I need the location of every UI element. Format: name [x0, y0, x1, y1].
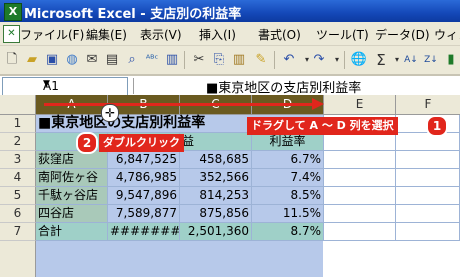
row-header-6[interactable]: 6	[0, 205, 36, 223]
spelling-icon[interactable]: ᴬᴮᶜ	[143, 51, 161, 69]
row-header-5[interactable]: 5	[0, 187, 36, 205]
excel-app-icon[interactable]: X	[4, 3, 22, 21]
toolbar-separator	[344, 51, 345, 69]
step1-badge: 1	[426, 115, 448, 137]
menu-insert[interactable]: 挿入(I)	[199, 26, 236, 43]
cell-c3[interactable]: 458,685	[180, 151, 252, 169]
standard-toolbar: 🗋 ▰ ▣ ◍ ✉ ▤ ⌕ ᴬᴮᶜ ▥ ✂ ⎘ ▥ ✎ ↶ ▾ ↷ ▾ 🌐 Σ …	[0, 46, 460, 75]
row-header-1[interactable]: 1	[0, 115, 36, 133]
copy-icon[interactable]: ⎘	[210, 51, 228, 69]
undo-icon[interactable]: ↶	[280, 51, 298, 69]
cell-e4[interactable]	[324, 169, 396, 187]
step2-callout: ダブルクリック	[99, 134, 184, 152]
sort-ascending-icon[interactable]: A↓	[402, 51, 420, 69]
row-header-7[interactable]: 7	[0, 223, 36, 241]
formula-separator	[133, 78, 134, 94]
toolbar-separator	[274, 51, 275, 69]
empty-cells	[324, 241, 460, 277]
row-header-2[interactable]: 2	[0, 133, 36, 151]
cell-d3[interactable]: 6.7%	[252, 151, 324, 169]
new-icon[interactable]: 🗋	[3, 51, 21, 69]
workbook-icon[interactable]: ✕	[3, 25, 20, 43]
sort-descending-icon[interactable]: Z↓	[422, 51, 440, 69]
cell-c6[interactable]: 875,856	[180, 205, 252, 223]
chevron-down-icon[interactable]: ▼	[43, 79, 125, 89]
cut-icon[interactable]: ✂	[190, 51, 208, 69]
excel-window: X Microsoft Excel - 支店別の利益率 ✕ ファイル(F) 編集…	[0, 0, 460, 277]
cell-b7[interactable]: ########	[108, 223, 180, 241]
name-box[interactable]: A1 ▼	[2, 77, 128, 96]
arrow-right-icon	[312, 98, 324, 110]
cell-a4[interactable]: 南阿佐ヶ谷	[36, 169, 108, 187]
cell-e7[interactable]	[324, 223, 396, 241]
menu-tools[interactable]: ツール(T)	[316, 26, 369, 43]
menu-view[interactable]: 表示(V)	[140, 26, 182, 43]
formula-bar: A1 ▼ ■東京地区の支店別利益率	[0, 75, 460, 97]
cell-a6[interactable]: 四谷店	[36, 205, 108, 223]
paste-icon[interactable]: ▥	[230, 51, 248, 69]
cell-d6[interactable]: 11.5%	[252, 205, 324, 223]
menu-window[interactable]: ウィン	[434, 26, 460, 43]
cell-c5[interactable]: 814,253	[180, 187, 252, 205]
resize-cursor-icon: ✛	[101, 104, 119, 122]
chart-wizard-icon[interactable]: ▮	[442, 51, 460, 69]
cell-a5[interactable]: 千駄ヶ谷店	[36, 187, 108, 205]
save-icon[interactable]: ▣	[43, 51, 61, 69]
cell-e2[interactable]	[324, 133, 396, 151]
redo-icon[interactable]: ↷	[310, 51, 328, 69]
row-header-3[interactable]: 3	[0, 151, 36, 169]
cell-c4[interactable]: 352,566	[180, 169, 252, 187]
cell-f6[interactable]	[396, 205, 460, 223]
column-header-f[interactable]: F	[396, 95, 460, 115]
cell-c2[interactable]: 益	[180, 133, 252, 151]
cell-d4[interactable]: 7.4%	[252, 169, 324, 187]
menu-file[interactable]: ファイル(F)	[20, 26, 84, 43]
cell-f3[interactable]	[396, 151, 460, 169]
print-icon[interactable]: ▤	[103, 51, 121, 69]
open-icon[interactable]: ▰	[23, 51, 41, 69]
row-header-4[interactable]: 4	[0, 169, 36, 187]
cell-b6[interactable]: 7,589,877	[108, 205, 180, 223]
cell-b4[interactable]: 4,786,985	[108, 169, 180, 187]
hyperlink-icon[interactable]: 🌐	[350, 51, 368, 69]
cell-b5[interactable]: 9,547,896	[108, 187, 180, 205]
row-header-empty	[0, 241, 36, 277]
cell-a3[interactable]: 荻窪店	[36, 151, 108, 169]
title-bar: X Microsoft Excel - 支店別の利益率	[0, 0, 460, 22]
cell-e5[interactable]	[324, 187, 396, 205]
drag-arrow-line	[44, 103, 314, 106]
menu-edit[interactable]: 編集(E)	[86, 26, 127, 43]
print-preview-icon[interactable]: ⌕	[123, 51, 141, 69]
cell-f7[interactable]	[396, 223, 460, 241]
cell-d7[interactable]: 8.7%	[252, 223, 324, 241]
select-all-button[interactable]	[0, 95, 36, 115]
menu-bar: ✕ ファイル(F) 編集(E) 表示(V) 挿入(I) 書式(O) ツール(T)…	[0, 22, 460, 46]
menu-format[interactable]: 書式(O)	[258, 26, 301, 43]
menu-data[interactable]: データ(D)	[375, 26, 430, 43]
toolbar-separator	[184, 51, 185, 69]
permission-icon[interactable]: ◍	[63, 51, 81, 69]
cell-e6[interactable]	[324, 205, 396, 223]
cell-d2[interactable]: 利益率	[252, 133, 324, 151]
cell-c7[interactable]: 2,501,360	[180, 223, 252, 241]
column-header-e[interactable]: E	[324, 95, 396, 115]
cell-b3[interactable]: 6,847,525	[108, 151, 180, 169]
cell-f4[interactable]	[396, 169, 460, 187]
step1-callout: ドラグして A ～ D 列を選択	[247, 117, 398, 135]
step2-badge: 2	[76, 132, 98, 154]
cell-a7[interactable]: 合計	[36, 223, 108, 241]
cell-e3[interactable]	[324, 151, 396, 169]
cell-f2[interactable]	[396, 133, 460, 151]
window-title: Microsoft Excel - 支店別の利益率	[24, 7, 242, 22]
format-painter-icon[interactable]: ✎	[252, 51, 270, 69]
research-icon[interactable]: ▥	[163, 51, 181, 69]
cell-f5[interactable]	[396, 187, 460, 205]
formula-content[interactable]: ■東京地区の支店別利益率	[206, 77, 361, 96]
cell-d5[interactable]: 8.5%	[252, 187, 324, 205]
email-icon[interactable]: ✉	[83, 51, 101, 69]
